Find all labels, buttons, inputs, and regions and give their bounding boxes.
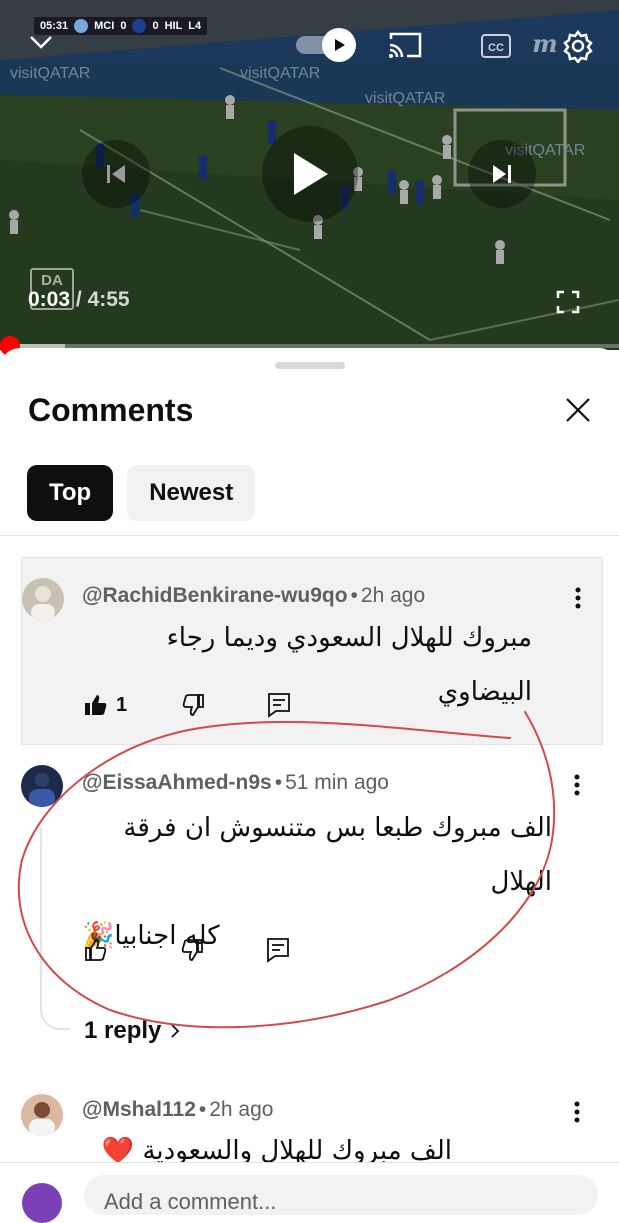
autoplay-toggle-icon (322, 28, 356, 62)
svg-text:CC: CC (488, 42, 504, 54)
comment-item[interactable]: @Mshal112 • 2h ago الف مبروك للهلال والسعو… (0, 1080, 619, 1162)
comment-meta: @RachidBenkirane-wu9qo • 2h ago (82, 584, 426, 607)
comment-actions (84, 937, 290, 963)
thumbs-down-icon (182, 694, 205, 716)
thumbs-down-icon (181, 939, 203, 961)
comment-actions: 1 (84, 692, 291, 718)
more-vert-icon (575, 587, 581, 609)
add-comment-bar: Add a comment... (0, 1162, 619, 1223)
comment-time: 2h ago (209, 1098, 274, 1121)
reply-button[interactable] (266, 937, 290, 963)
divider (0, 535, 619, 536)
cast-button[interactable] (384, 28, 426, 62)
chevron-right-icon (171, 1024, 180, 1038)
comment-meta: @EissaAhmed-n9s • 51 min ago (82, 771, 389, 794)
scoreboard-extra: L4 (188, 20, 202, 32)
sort-filters: Top Newest (27, 465, 256, 521)
reply-icon (267, 938, 289, 963)
more-vert-icon (574, 774, 580, 796)
drag-handle[interactable] (275, 362, 345, 369)
home-score: 0 (120, 20, 127, 32)
comment-text-line: الف مبروك للهلال والسعودية ❤️❤️ (101, 1136, 452, 1162)
thumbs-up-filled-icon (85, 695, 107, 715)
cast-icon (389, 32, 422, 58)
comment-time: 51 min ago (285, 771, 389, 794)
comment-menu-button[interactable] (565, 1092, 589, 1132)
close-icon (566, 398, 590, 422)
next-icon (493, 165, 511, 183)
autoplay-toggle[interactable] (290, 28, 356, 62)
away-team: HIL (164, 20, 183, 32)
away-team-crest (132, 19, 147, 33)
captions-button[interactable]: CC (476, 29, 516, 63)
comment-menu-button[interactable] (565, 765, 589, 805)
filter-newest[interactable]: Newest (127, 465, 256, 521)
settings-icon (563, 29, 593, 63)
comment-author[interactable]: @EissaAhmed-n9s (82, 771, 272, 794)
comment-meta: @Mshal112 • 2h ago (82, 1098, 274, 1121)
reply-thread-line (40, 828, 70, 1030)
settings-button[interactable] (558, 26, 598, 66)
more-vert-icon (574, 1101, 580, 1123)
current-time: 0:03 (28, 288, 71, 311)
play-button[interactable] (262, 126, 358, 222)
avatar[interactable] (21, 765, 63, 807)
close-button[interactable] (560, 392, 596, 428)
home-team: MCI (94, 20, 115, 32)
avatar[interactable] (22, 578, 64, 620)
play-icon (294, 153, 328, 195)
comment-time: 2h ago (360, 584, 426, 607)
dislike-button[interactable] (180, 938, 204, 962)
previous-button[interactable] (82, 140, 150, 208)
scoreboard: 05:31 MCI 0 0 HIL L4 (34, 17, 208, 35)
comments-title: Comments (28, 392, 194, 428)
like-button[interactable] (84, 938, 108, 962)
avatar[interactable] (21, 1094, 63, 1136)
comment-text-line: الف مبروك طبعا بس متنسوش ان فرقة الهلال (123, 813, 552, 897)
fullscreen-button[interactable] (552, 286, 584, 318)
current-user-avatar (22, 1183, 62, 1223)
away-score: 0 (152, 20, 159, 32)
view-replies-button[interactable]: 1 reply (84, 1017, 181, 1045)
comment-author[interactable]: @Mshal112 (82, 1098, 196, 1121)
home-team-crest (74, 19, 89, 33)
replies-count: 1 reply (84, 1017, 162, 1044)
time-display: 0:03 / 4:55 (28, 288, 130, 312)
channel-watermark-logo: m (532, 28, 558, 58)
captions-icon: CC (481, 34, 511, 58)
comment-item[interactable]: @EissaAhmed-n9s • 51 min ago الف مبروك طبع… (0, 745, 619, 1045)
dislike-button[interactable] (181, 693, 205, 717)
thumbs-up-icon (85, 939, 107, 961)
fullscreen-icon (556, 290, 580, 314)
minimize-button[interactable] (24, 28, 58, 56)
video-player[interactable]: visitQATAR visitQATAR visitQATAR visitQA… (0, 0, 619, 350)
comment-author[interactable]: @RachidBenkirane-wu9qo (82, 584, 348, 607)
like-button[interactable]: 1 (84, 693, 127, 717)
reply-button[interactable] (267, 692, 291, 718)
autoplay-track (296, 28, 356, 62)
filter-top[interactable]: Top (27, 465, 114, 521)
add-comment-input[interactable]: Add a comment... (84, 1175, 598, 1215)
time-separator: / (75, 288, 82, 311)
next-button[interactable] (468, 140, 536, 208)
comment-menu-button[interactable] (566, 578, 590, 618)
comment-text: الف مبروك للهلال والسعودية ❤️❤️ (82, 1124, 452, 1162)
like-count: 1 (116, 693, 128, 716)
duration: 4:55 (87, 288, 130, 311)
comment-item[interactable]: @RachidBenkirane-wu9qo • 2h ago مبروك للهل… (21, 557, 603, 745)
chevron-down-icon (30, 36, 52, 49)
reply-icon (268, 693, 291, 718)
previous-icon (107, 165, 125, 183)
